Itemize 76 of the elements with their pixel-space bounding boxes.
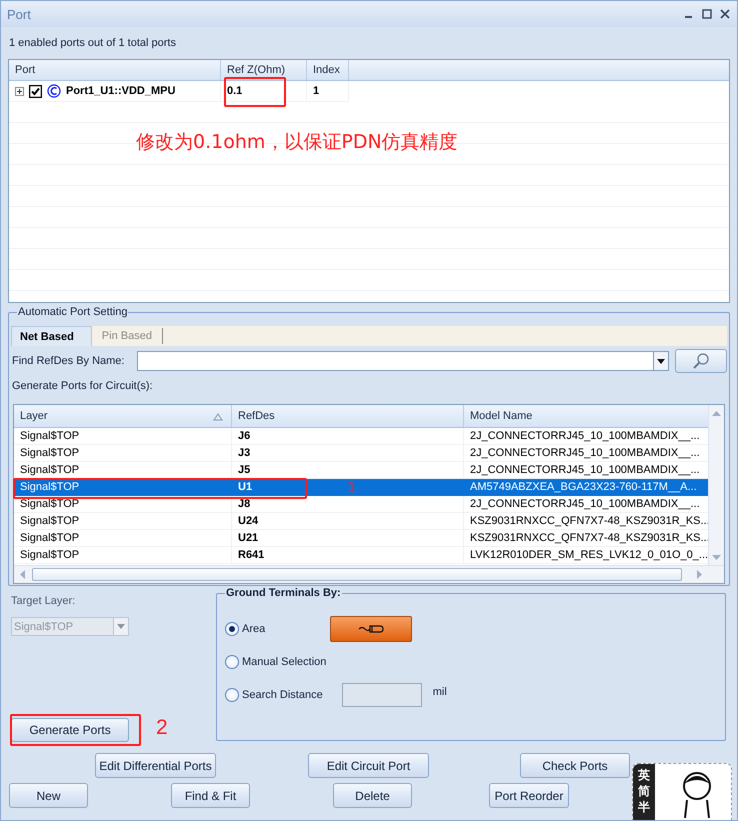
button[interactable]: Check Ports [520, 753, 630, 778]
ime-key[interactable]: 半 [638, 799, 650, 815]
distance-field[interactable] [342, 682, 422, 706]
table-cell: Signal$TOP [14, 462, 232, 479]
table-row[interactable]: Signal$TOP J3 2J_CONNECTORRJ45_10_100MBAMDIX__... [14, 445, 709, 462]
unit-label: mil [432, 686, 447, 698]
option-label[interactable]: Search Distance [242, 688, 323, 700]
window-title: Port [7, 6, 31, 22]
scroll-up-arrow-icon[interactable] [712, 411, 721, 416]
column-header[interactable]: Ref Z(Ohm) [221, 60, 307, 80]
table-cell: J3 [232, 445, 464, 462]
dropdown-button[interactable] [653, 352, 668, 370]
group-title: Automatic Port Setting [17, 306, 128, 318]
maximize-icon[interactable] [701, 8, 713, 20]
horizontal-scrollbar[interactable] [14, 565, 724, 583]
table-cell: Signal$TOP [14, 513, 232, 530]
button[interactable]: Edit Circuit Port [308, 753, 429, 778]
search-button[interactable] [675, 349, 727, 373]
table-cell: Signal$TOP [14, 479, 232, 496]
scroll-thumb[interactable] [32, 568, 682, 581]
radio-button[interactable] [225, 654, 239, 668]
button[interactable]: New [9, 783, 88, 808]
field-label: Find RefDes By Name: [11, 355, 126, 367]
refdes-combo-field[interactable] [136, 351, 670, 371]
ime-key[interactable]: 简 [638, 783, 650, 799]
button[interactable]: Port Reorder [489, 783, 569, 808]
checkbox[interactable] [29, 84, 42, 98]
option-label[interactable]: Manual Selection [242, 656, 326, 668]
column-header[interactable]: Port [9, 60, 221, 80]
radio-button[interactable] [225, 622, 239, 636]
generate-ports-button[interactable]: Generate Ports [11, 718, 129, 742]
table-cell: Signal$TOP [14, 428, 232, 445]
table-cell: U24 [232, 513, 464, 530]
button[interactable]: Delete [333, 783, 412, 808]
scroll-left-arrow-icon[interactable] [20, 570, 25, 579]
table-cell: J8 [232, 496, 464, 513]
table-cell: J6 [232, 428, 464, 445]
sort-arrow-icon [213, 413, 223, 421]
circuit-port-icon [47, 84, 61, 98]
area-pick-button[interactable] [330, 616, 412, 642]
column-header[interactable]: Layer [14, 405, 232, 427]
group-title: Ground Terminals By: [225, 587, 342, 599]
button[interactable]: Find & Fit [171, 783, 250, 808]
close-icon[interactable] [719, 8, 731, 20]
table-cell: Signal$TOP [14, 445, 232, 462]
table-cell: Signal$TOP [14, 530, 232, 547]
button[interactable]: Edit Differential Ports [95, 753, 216, 778]
field-label: Target Layer: [11, 594, 76, 609]
step-number: 2 [156, 716, 168, 740]
scroll-down-arrow-icon[interactable] [712, 555, 721, 560]
table-cell: Signal$TOP [14, 496, 232, 513]
highlight-box [224, 77, 286, 107]
step-number: 1 [347, 479, 356, 496]
table-row[interactable]: Signal$TOP U1 1 AM5749ABZXEA_BGA23X23-760-117M__A... [14, 479, 709, 496]
caret-icon [117, 624, 125, 629]
column-header[interactable]: Index [307, 60, 349, 80]
column-header[interactable]: RefDes [232, 405, 464, 427]
table-row[interactable]: Signal$TOP J6 2J_CONNECTORRJ45_10_100MBAMDIX__... [14, 428, 709, 445]
tab[interactable]: Net Based [11, 326, 92, 346]
annotation-text: 修改为0.1ohm，以保证PDN仿真精度 [136, 130, 458, 155]
search-icon [692, 352, 710, 370]
table-cell: AM5749ABZXEA_BGA23X23-760-117M__A... [464, 479, 709, 496]
caret-icon [657, 358, 666, 364]
option-label[interactable]: Area [242, 622, 266, 634]
port-name: Port1_U1::VDD_MPU [66, 85, 176, 97]
section-label: Generate Ports for Circuit(s): [11, 379, 154, 394]
table-row[interactable]: Signal$TOP J8 2J_CONNECTORRJ45_10_100MBAMDIX__... [14, 496, 709, 513]
expand-icon[interactable] [15, 86, 24, 96]
table-cell: U21 [232, 530, 464, 547]
scroll-right-arrow-icon[interactable] [697, 570, 702, 579]
table-cell: Signal$TOP [14, 547, 232, 564]
status-text: 1 enabled ports out of 1 total ports [8, 36, 177, 51]
vertical-scrollbar[interactable] [708, 405, 724, 566]
table-cell: R641 [232, 547, 464, 564]
radio-button[interactable] [225, 688, 239, 702]
ime-key[interactable]: 英 [638, 767, 650, 783]
